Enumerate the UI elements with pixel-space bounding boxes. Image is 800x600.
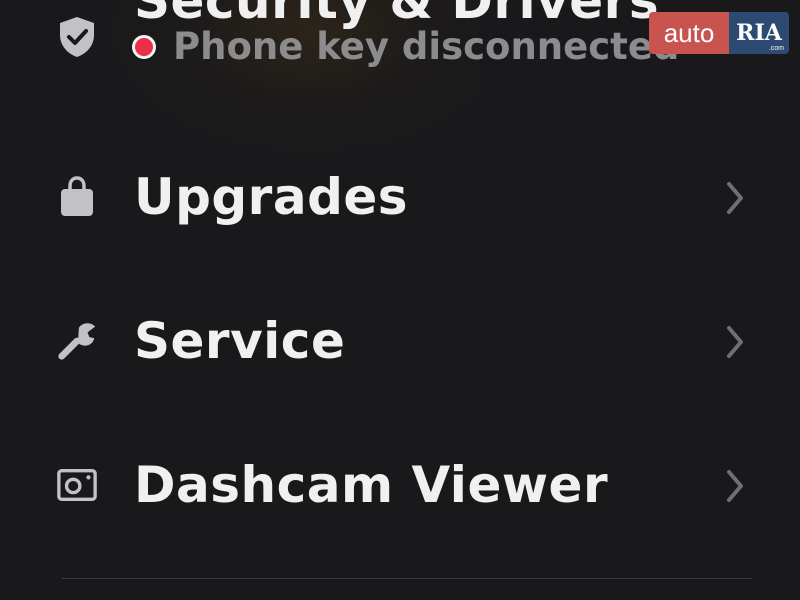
- status-indicator-dot: [132, 34, 156, 59]
- wrench-icon: [56, 320, 98, 362]
- phone-key-status: Phone key disconnected: [132, 25, 679, 68]
- dashcam-icon: [56, 464, 98, 506]
- watermark-suffix: .com: [768, 45, 784, 52]
- chevron-right-icon: [722, 324, 748, 360]
- menu-item-label: Service: [134, 312, 346, 370]
- status-text: Phone key disconnected: [173, 25, 680, 68]
- shopping-bag-icon: [56, 176, 98, 218]
- autoria-watermark-logo: auto RIA .com: [649, 12, 789, 54]
- menu-item-label: Dashcam Viewer: [134, 456, 609, 514]
- menu-item-upgrades[interactable]: Upgrades: [0, 128, 800, 268]
- watermark-ria-block: RIA .com: [729, 12, 789, 54]
- chevron-right-icon: [722, 468, 748, 504]
- watermark-ria-text: RIA: [736, 20, 782, 46]
- watermark-auto-text: auto: [649, 12, 729, 54]
- shield-check-icon: [56, 16, 98, 58]
- app-screen: Security & Drivers Phone key disconnecte…: [0, 0, 800, 600]
- menu-item-service[interactable]: Service: [0, 272, 800, 412]
- menu-item-label: Upgrades: [134, 168, 409, 226]
- chevron-right-icon: [722, 180, 748, 216]
- section-divider: [62, 578, 752, 579]
- menu-item-dashcam-viewer[interactable]: Dashcam Viewer: [0, 416, 800, 556]
